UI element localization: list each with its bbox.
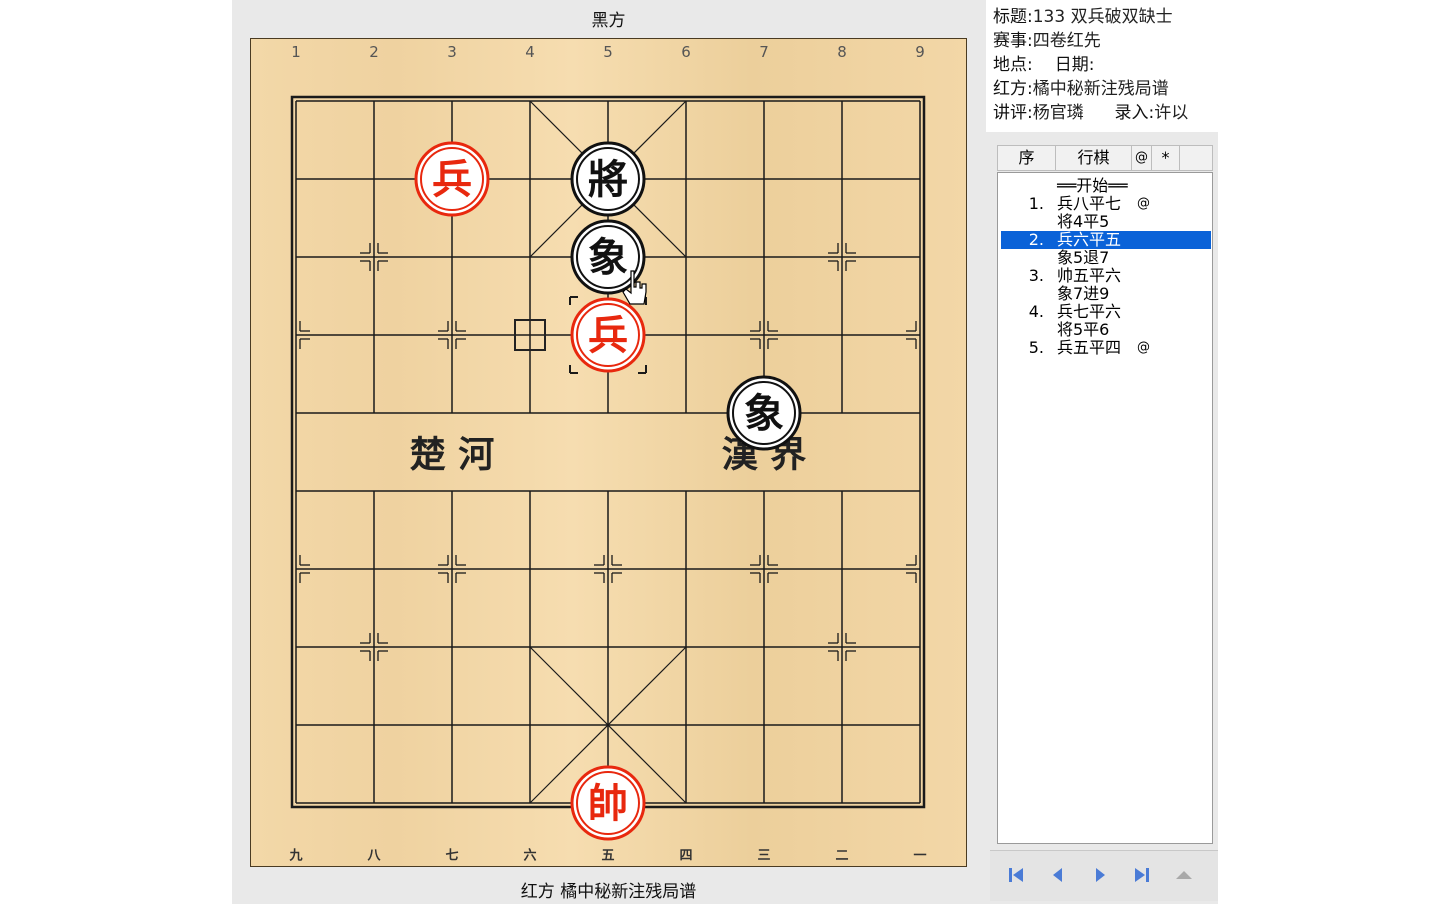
move-text: 兵五平四 [1057, 338, 1122, 357]
navigation-bar [990, 850, 1218, 901]
red-piece[interactable]: 兵 [414, 141, 490, 217]
river-text-left: 楚 河 [410, 435, 495, 476]
move-text: 帅五平六 [1057, 266, 1122, 285]
move-comment-mark: @ [1137, 196, 1150, 211]
xiangqi-board[interactable]: 123456789九八七六五四三二一楚 河漢 界兵將象兵象帥 [250, 38, 967, 867]
game-info-panel: 标题:133 双兵破双缺士 赛事:四卷红先 地点: 日期: 红方:橘中秘新注残局谱… [986, 0, 1218, 132]
event-row: 赛事:四卷红先 [993, 31, 1101, 51]
piece-char: 將 [588, 157, 628, 203]
piece-char: 帥 [588, 781, 628, 827]
black-piece[interactable]: 象 [726, 375, 802, 451]
file-number-top: 4 [525, 43, 535, 61]
piece-char: 兵 [432, 157, 472, 203]
move-row[interactable]: 5. 兵五平四 @ [998, 339, 1212, 357]
move-row[interactable]: 2. 兵六平五 [1001, 231, 1211, 249]
move-comment-mark: @ [1137, 340, 1150, 355]
moves-header: 序 行棋 @ * [997, 145, 1213, 171]
move-row[interactable]: 4. 兵七平六 [998, 303, 1212, 321]
at-column-header[interactable]: @ [1132, 146, 1152, 170]
title-row: 标题:133 双兵破双缺士 [993, 7, 1173, 27]
commentary-row: 讲评:杨官璘 录入:许以 [993, 103, 1189, 123]
place-row: 地点: 日期: [993, 55, 1095, 75]
move-text: 将4平5 [1057, 212, 1110, 231]
moves-list[interactable]: ══开始══ 1. 兵八平七 @ 将4平5 2. 兵六平五 象5退7 3. 帅五平六 象7进9 4. 兵… [997, 172, 1213, 844]
file-number-top: 3 [447, 43, 457, 61]
file-number-bottom: 三 [757, 849, 770, 864]
star-column-header[interactable]: * [1152, 146, 1180, 170]
first-move-button[interactable] [1004, 863, 1028, 887]
file-number-top: 9 [915, 43, 925, 61]
move-row[interactable]: 将4平5 [998, 213, 1212, 231]
move-text: 将5平6 [1057, 320, 1110, 339]
file-number-bottom: 五 [601, 849, 614, 864]
black-side-label: 黑方 [591, 11, 626, 31]
move-number: 1. [1028, 194, 1044, 213]
file-number-top: 7 [759, 43, 769, 61]
prev-move-button[interactable] [1046, 863, 1070, 887]
move-text: 兵八平七 [1057, 194, 1122, 213]
move-number: 2. [1028, 230, 1044, 249]
move-row[interactable]: 象7进9 [998, 285, 1212, 303]
black-piece[interactable]: 將 [570, 141, 646, 217]
move-number: 5. [1028, 338, 1044, 357]
move-text: 象5退7 [1057, 248, 1110, 267]
last-move-button[interactable] [1130, 863, 1154, 887]
move-column-header[interactable]: 行棋 [1056, 146, 1132, 170]
file-number-bottom: 四 [679, 849, 692, 864]
move-row[interactable]: 将5平6 [998, 321, 1212, 339]
file-number-bottom: 八 [366, 849, 381, 864]
piece-char: 象 [744, 391, 784, 437]
piece-char: 兵 [588, 313, 628, 359]
file-number-top: 1 [291, 43, 301, 61]
up-variation-button[interactable] [1172, 863, 1196, 887]
red-side-label: 红方 橘中秘新注残局谱 [520, 882, 697, 902]
red-player-row: 红方:橘中秘新注残局谱 [993, 79, 1169, 99]
next-move-button[interactable] [1088, 863, 1112, 887]
red-piece[interactable]: 兵 [570, 297, 646, 373]
file-number-bottom: 一 [913, 849, 926, 864]
board-grid[interactable]: 1 2 3 4 5 6 7 8 9九八七六五四三二一楚 河漢 界兵 將象兵象帥 [251, 39, 968, 868]
move-number: 3. [1028, 266, 1044, 285]
move-text: 兵六平五 [1057, 230, 1122, 249]
move-number: 4. [1028, 302, 1044, 321]
file-number-bottom: 九 [288, 849, 302, 864]
move-text: 象7进9 [1057, 284, 1110, 303]
piece-char: 象 [588, 235, 628, 281]
file-number-bottom: 六 [523, 848, 536, 864]
file-number-top: 8 [837, 43, 847, 61]
move-text: ══开始══ [1057, 176, 1128, 195]
move-row[interactable]: 3. 帅五平六 [998, 267, 1212, 285]
move-text: 兵七平六 [1057, 302, 1122, 321]
seq-column-header[interactable]: 序 [998, 146, 1056, 170]
file-number-bottom: 二 [835, 849, 848, 864]
file-number-top: 5 [603, 43, 613, 61]
red-piece[interactable]: 帥 [570, 765, 646, 841]
move-row[interactable]: 1. 兵八平七 @ [998, 195, 1212, 213]
move-row[interactable]: ══开始══ [998, 177, 1212, 195]
file-number-bottom: 七 [445, 849, 458, 864]
move-row[interactable]: 象5退7 [998, 249, 1212, 267]
file-number-top: 6 [681, 43, 691, 61]
file-number-top: 2 [369, 43, 379, 61]
